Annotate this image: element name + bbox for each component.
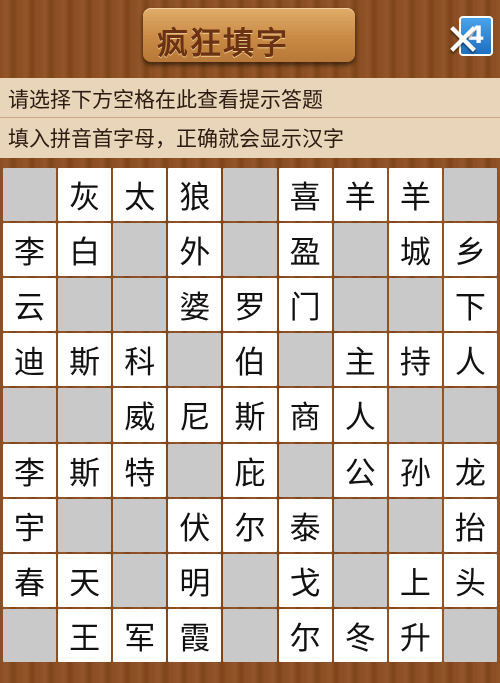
crossword-cell[interactable]: 婆 <box>168 278 222 332</box>
close-icon: ✕ <box>444 15 482 66</box>
crossword-blank-cell <box>333 223 387 277</box>
crossword-cell[interactable]: 人 <box>443 333 497 387</box>
crossword-blank-cell <box>223 608 277 662</box>
crossword-blank-cell <box>333 553 387 607</box>
crossword-cell[interactable]: 抬 <box>443 498 497 552</box>
crossword-cell[interactable]: 冬 <box>333 608 387 662</box>
crossword-cell[interactable]: 门 <box>278 278 332 332</box>
crossword-cell[interactable]: 云 <box>3 278 57 332</box>
game-title: 疯狂填字 <box>157 26 289 62</box>
crossword-blank-cell <box>223 168 277 222</box>
crossword-cell[interactable]: 龙 <box>443 443 497 497</box>
crossword-blank-cell <box>113 278 167 332</box>
crossword-cell[interactable]: 军 <box>113 608 167 662</box>
crossword-blank-cell <box>168 333 222 387</box>
crossword-cell[interactable]: 李 <box>3 223 57 277</box>
crossword-cell[interactable]: 下 <box>443 278 497 332</box>
crossword-blank-cell <box>223 553 277 607</box>
crossword-cell[interactable]: 喜 <box>278 168 332 222</box>
crossword-blank-cell <box>3 168 57 222</box>
crossword-blank-cell <box>278 443 332 497</box>
crossword-cell[interactable]: 迪 <box>3 333 57 387</box>
crossword-blank-cell <box>58 388 112 442</box>
crossword-cell[interactable]: 灰 <box>58 168 112 222</box>
top-bar: 疯狂填字 4 ✕ <box>0 0 500 78</box>
crossword-cell[interactable]: 升 <box>388 608 442 662</box>
crossword-cell[interactable]: 持 <box>388 333 442 387</box>
crossword-cell[interactable]: 霞 <box>168 608 222 662</box>
crossword-blank-cell <box>58 498 112 552</box>
crossword-cell[interactable]: 罗 <box>223 278 277 332</box>
crossword-cell[interactable]: 春 <box>3 553 57 607</box>
crossword-blank-cell <box>443 168 497 222</box>
crossword-blank-cell <box>333 498 387 552</box>
crossword-cell[interactable]: 乡 <box>443 223 497 277</box>
crossword-blank-cell <box>443 608 497 662</box>
crossword-cell[interactable]: 庇 <box>223 443 277 497</box>
crossword-blank-cell <box>333 278 387 332</box>
close-button[interactable]: ✕ <box>440 18 486 64</box>
hint-line-2: 填入拼音首字母，正确就会显示汉字 <box>8 127 344 151</box>
crossword-cell[interactable]: 斯 <box>58 443 112 497</box>
crossword-cell[interactable]: 公 <box>333 443 387 497</box>
crossword-cell[interactable]: 羊 <box>333 168 387 222</box>
crossword-cell[interactable]: 威 <box>113 388 167 442</box>
crossword-blank-cell <box>113 553 167 607</box>
crossword-cell[interactable]: 上 <box>388 553 442 607</box>
crossword-blank-cell <box>388 498 442 552</box>
crossword-blank-cell <box>388 278 442 332</box>
crossword-cell[interactable]: 尔 <box>278 608 332 662</box>
crossword-blank-cell <box>388 388 442 442</box>
crossword-blank-cell <box>443 388 497 442</box>
crossword-cell[interactable]: 商 <box>278 388 332 442</box>
hint-line-1: 请选择下方空格在此查看提示答题 <box>8 88 323 112</box>
hint-divider <box>0 117 500 118</box>
crossword-blank-cell <box>113 223 167 277</box>
crossword-cell[interactable]: 科 <box>113 333 167 387</box>
crossword-cell[interactable]: 主 <box>333 333 387 387</box>
crossword-cell[interactable]: 白 <box>58 223 112 277</box>
crossword-cell[interactable]: 李 <box>3 443 57 497</box>
crossword-cell[interactable]: 伏 <box>168 498 222 552</box>
crossword-cell[interactable]: 宇 <box>3 498 57 552</box>
crossword-cell[interactable]: 羊 <box>388 168 442 222</box>
crossword-blank-cell <box>278 333 332 387</box>
crossword-cell[interactable]: 伯 <box>223 333 277 387</box>
crossword-cell[interactable]: 头 <box>443 553 497 607</box>
crossword-cell[interactable]: 盈 <box>278 223 332 277</box>
game-title-plate: 疯狂填字 4 <box>143 8 493 62</box>
crossword-cell[interactable]: 斯 <box>223 388 277 442</box>
crossword-blank-cell <box>223 223 277 277</box>
crossword-blank-cell <box>3 388 57 442</box>
crossword-blank-cell <box>3 608 57 662</box>
crossword-cell[interactable]: 戈 <box>278 553 332 607</box>
hint-panel: 请选择下方空格在此查看提示答题 填入拼音首字母，正确就会显示汉字 <box>0 78 500 158</box>
crossword-cell[interactable]: 外 <box>168 223 222 277</box>
crossword-cell[interactable]: 明 <box>168 553 222 607</box>
crossword-cell[interactable]: 天 <box>58 553 112 607</box>
crossword-blank-cell <box>58 278 112 332</box>
crossword-cell[interactable]: 人 <box>333 388 387 442</box>
crossword-blank-cell <box>168 443 222 497</box>
crossword-cell[interactable]: 尔 <box>223 498 277 552</box>
crossword-cell[interactable]: 王 <box>58 608 112 662</box>
crossword-cell[interactable]: 孙 <box>388 443 442 497</box>
crossword-cell[interactable]: 泰 <box>278 498 332 552</box>
crossword-cell[interactable]: 特 <box>113 443 167 497</box>
crossword-cell[interactable]: 太 <box>113 168 167 222</box>
crossword-cell[interactable]: 城 <box>388 223 442 277</box>
crossword-blank-cell <box>113 498 167 552</box>
crossword-cell[interactable]: 狼 <box>168 168 222 222</box>
crossword-cell[interactable]: 尼 <box>168 388 222 442</box>
crossword-board: 灰太狼喜羊羊李白外盈城乡云婆罗门下迪斯科伯主持人威尼斯商人李斯特庇公孙龙宇伏尔泰… <box>3 168 497 662</box>
crossword-cell[interactable]: 斯 <box>58 333 112 387</box>
